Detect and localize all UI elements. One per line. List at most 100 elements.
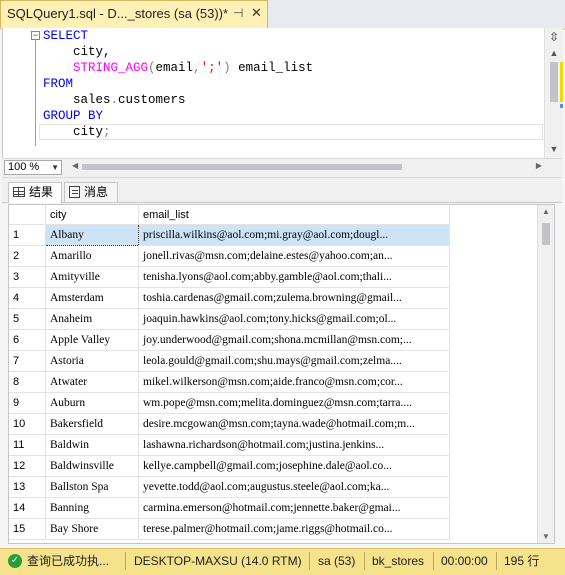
row-number-cell[interactable]: 4 (9, 287, 46, 309)
message-icon (69, 186, 80, 198)
close-icon[interactable]: ✕ (251, 6, 263, 20)
query-editor[interactable]: − SELECT city, STRING_AGG(email,';') ema… (2, 28, 563, 158)
row-number-cell[interactable]: 1 (9, 224, 46, 246)
city-cell[interactable]: Bay Shore (45, 518, 139, 540)
outline-line (35, 38, 36, 146)
table-row[interactable]: 2 Amarillo jonell.rivas@msn.com;delaine.es… (9, 245, 450, 267)
row-number-cell[interactable]: 12 (9, 455, 46, 477)
row-number-cell[interactable]: 14 (9, 497, 46, 519)
email-list-cell[interactable]: carmina.emerson@hotmail.com;jennette.bak… (138, 497, 450, 519)
sql-code[interactable]: SELECT city, STRING_AGG(email,';') email… (43, 28, 543, 140)
email-list-cell[interactable]: lashawna.richardson@hotmail.com;justina.… (138, 434, 450, 456)
code-line[interactable]: city, (43, 44, 543, 60)
city-cell[interactable]: Amarillo (45, 245, 139, 267)
table-row[interactable]: 11 Baldwin lashawna.richardson@hotmail.com… (9, 434, 450, 456)
table-row[interactable]: 3 Amityville tenisha.lyons@aol.com;abby.ga… (9, 266, 450, 288)
email-list-cell[interactable]: jonell.rivas@msn.com;delaine.estes@yahoo… (138, 245, 450, 267)
scroll-down-icon[interactable]: ▼ (542, 532, 550, 541)
code-line[interactable]: SELECT (43, 28, 543, 44)
scroll-left-icon[interactable]: ◀ (72, 161, 78, 170)
row-number-cell[interactable]: 5 (9, 308, 46, 330)
table-row[interactable]: 14 Banning carmina.emerson@hotmail.com;jen… (9, 497, 450, 519)
split-editor-icon[interactable]: ⇳ (547, 30, 561, 44)
city-cell[interactable]: Astoria (45, 350, 139, 372)
grid-scroll-thumb[interactable] (542, 223, 550, 245)
row-number-cell[interactable]: 10 (9, 413, 46, 435)
scroll-up-icon[interactable]: ▲ (549, 48, 559, 58)
query-document-tab[interactable]: SQLQuery1.sql - D..._stores (sa (53))* ⊣… (0, 0, 268, 28)
code-token: city (43, 125, 104, 139)
scroll-down-icon[interactable]: ▼ (549, 144, 559, 154)
city-cell[interactable]: Atwater (45, 371, 139, 393)
table-row[interactable]: 15 Bay Shore terese.palmer@hotmail.com;jam… (9, 518, 450, 540)
email-list-cell[interactable]: priscilla.wilkins@aol.com;mi.gray@aol.co… (138, 224, 450, 246)
email-list-cell[interactable]: joaquin.hawkins@aol.com;tony.hicks@gmail… (138, 308, 450, 330)
row-number-cell[interactable]: 3 (9, 266, 46, 288)
column-header-email-list[interactable]: email_list (138, 205, 450, 225)
city-cell[interactable]: Anaheim (45, 308, 139, 330)
tab-results[interactable]: 结果 (8, 182, 62, 203)
row-number-cell[interactable]: 7 (9, 350, 46, 372)
row-number-cell[interactable]: 2 (9, 245, 46, 267)
row-number-cell[interactable]: 9 (9, 392, 46, 414)
tab-messages-label: 消息 (84, 185, 109, 199)
row-number-cell[interactable]: 13 (9, 476, 46, 498)
email-list-cell[interactable]: toshia.cardenas@gmail.com;zulema.brownin… (138, 287, 450, 309)
city-cell[interactable]: Auburn (45, 392, 139, 414)
scroll-thumb[interactable] (550, 62, 558, 102)
scroll-right-icon[interactable]: ▶ (536, 161, 542, 170)
city-cell[interactable]: Amityville (45, 266, 139, 288)
status-database: bk_stores (372, 554, 425, 568)
email-list-cell[interactable]: wm.pope@msn.com;melita.dominguez@msn.com… (138, 392, 450, 414)
city-cell[interactable]: Banning (45, 497, 139, 519)
city-cell[interactable]: Amsterdam (45, 287, 139, 309)
table-row[interactable]: 12 Baldwinsville kellye.campbell@gmail.com… (9, 455, 450, 477)
scroll-up-icon[interactable]: ▲ (542, 207, 550, 216)
table-row[interactable]: 4 Amsterdam toshia.cardenas@gmail.com;zule… (9, 287, 450, 309)
table-row[interactable]: 10 Bakersfield desire.mcgowan@msn.com;tayn… (9, 413, 450, 435)
editor-horizontal-scrollbar[interactable]: ◀ ▶ (72, 161, 542, 173)
table-row[interactable]: 8 Atwater mikel.wilkerson@msn.com;aide.fra… (9, 371, 450, 393)
email-list-cell[interactable]: joy.underwood@gmail.com;shona.mcmillan@m… (138, 329, 450, 351)
table-row[interactable]: 13 Ballston Spa yevette.todd@aol.com;augus… (9, 476, 450, 498)
table-row[interactable]: 1 Albany priscilla.wilkins@aol.com;mi.gray… (9, 224, 450, 246)
zoom-dropdown[interactable]: 100 % ▼ (4, 160, 62, 175)
table-row[interactable]: 9 Auburn wm.pope@msn.com;melita.dominguez@… (9, 392, 450, 414)
column-header-city[interactable]: city (45, 205, 139, 225)
editor-vertical-scrollbar[interactable]: ⇳ ▲ ▼ (544, 28, 563, 158)
city-cell[interactable]: Baldwin (45, 434, 139, 456)
row-number-cell[interactable]: 15 (9, 518, 46, 540)
code-line[interactable]: GROUP BY (43, 108, 543, 124)
code-line[interactable]: FROM (43, 76, 543, 92)
city-cell[interactable]: Bakersfield (45, 413, 139, 435)
code-token: ';' (200, 61, 224, 75)
email-list-cell[interactable]: desire.mcgowan@msn.com;tayna.wade@hotmai… (138, 413, 450, 435)
horizontal-scroll-thumb[interactable] (82, 164, 402, 170)
city-cell[interactable]: Ballston Spa (45, 476, 139, 498)
collapse-icon[interactable]: − (31, 31, 40, 40)
row-number-header[interactable] (9, 205, 46, 225)
row-number-cell[interactable]: 8 (9, 371, 46, 393)
email-list-cell[interactable]: mikel.wilkerson@msn.com;aide.franco@msn.… (138, 371, 450, 393)
row-number-cell[interactable]: 6 (9, 329, 46, 351)
results-grid[interactable]: city email_list 1 Albany priscilla.wilkins… (8, 204, 555, 544)
code-line[interactable]: sales.customers (43, 92, 543, 108)
query-tab-title: SQLQuery1.sql - D..._stores (sa (53))* (7, 6, 229, 21)
city-cell[interactable]: Apple Valley (45, 329, 139, 351)
pin-icon[interactable]: ⊣ (233, 7, 245, 19)
code-line[interactable]: STRING_AGG(email,';') email_list (43, 60, 543, 76)
row-number-cell[interactable]: 11 (9, 434, 46, 456)
table-row[interactable]: 6 Apple Valley joy.underwood@gmail.com;sho… (9, 329, 450, 351)
tab-messages[interactable]: 消息 (64, 182, 118, 202)
table-row[interactable]: 7 Astoria leola.gould@gmail.com;shu.mays@g… (9, 350, 450, 372)
email-list-cell[interactable]: tenisha.lyons@aol.com;abby.gamble@aol.co… (138, 266, 450, 288)
city-cell[interactable]: Albany (45, 224, 139, 246)
code-line[interactable]: city; (43, 124, 543, 140)
grid-vertical-scrollbar[interactable]: ▲ ▼ (537, 205, 554, 543)
email-list-cell[interactable]: terese.palmer@hotmail.com;jame.riggs@hot… (138, 518, 450, 540)
email-list-cell[interactable]: kellye.campbell@gmail.com;josephine.dale… (138, 455, 450, 477)
email-list-cell[interactable]: leola.gould@gmail.com;shu.mays@gmail.com… (138, 350, 450, 372)
email-list-cell[interactable]: yevette.todd@aol.com;augustus.steele@aol… (138, 476, 450, 498)
city-cell[interactable]: Baldwinsville (45, 455, 139, 477)
table-row[interactable]: 5 Anaheim joaquin.hawkins@aol.com;tony.hic… (9, 308, 450, 330)
